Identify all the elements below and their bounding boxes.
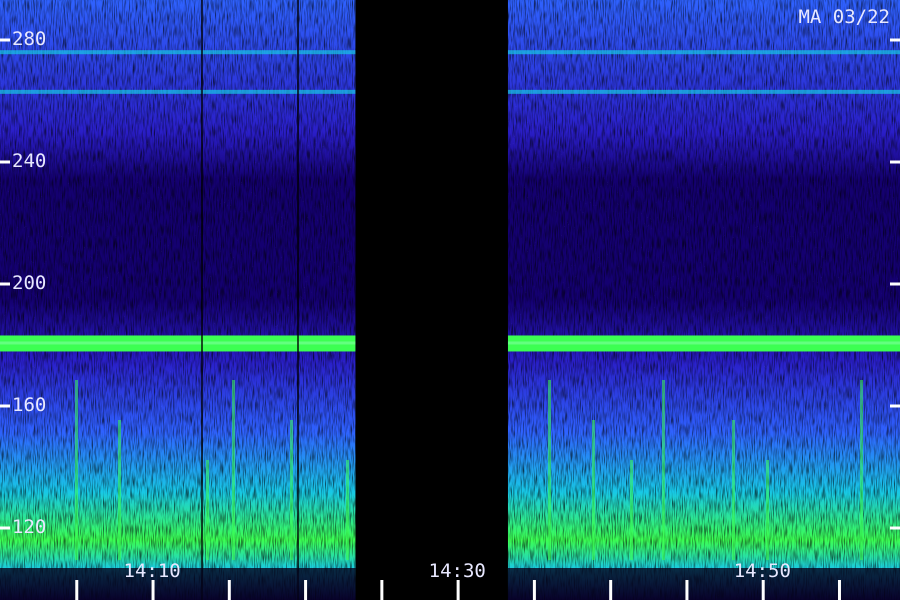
x-tick-label: 14:30	[428, 560, 486, 582]
burst-streak	[766, 460, 769, 560]
burst-streak	[346, 460, 349, 560]
y-tick-right	[890, 526, 900, 530]
x-tick	[75, 580, 79, 600]
x-tick	[380, 580, 384, 600]
spectrogram-chart	[0, 0, 900, 600]
data-pane	[0, 0, 356, 600]
burst-streak	[75, 380, 78, 560]
y-tick-left	[0, 526, 10, 530]
burst-streak	[592, 420, 595, 560]
steady-band-core	[507, 341, 900, 345]
x-tick-label: 14:10	[123, 560, 181, 582]
y-tick-label: 120	[12, 516, 47, 538]
spectrogram-panes	[0, 0, 900, 600]
burst-streak	[732, 420, 735, 560]
burst-streak	[206, 460, 209, 560]
burst-streak	[232, 380, 235, 560]
x-tick	[609, 580, 613, 600]
dropout-line	[297, 0, 299, 600]
x-tick	[685, 580, 689, 600]
x-tick-label: 14:50	[733, 560, 791, 582]
band	[507, 89, 900, 94]
y-tick-label: 240	[12, 150, 47, 172]
burst-streak	[290, 420, 293, 560]
x-tick	[761, 580, 765, 600]
y-tick-right	[890, 282, 900, 286]
y-tick-left	[0, 282, 10, 286]
y-tick-right	[890, 404, 900, 408]
burst-streak	[630, 460, 633, 560]
y-tick-left	[0, 38, 10, 42]
dropout-line	[201, 0, 203, 600]
y-tick-label: 200	[12, 272, 47, 294]
burst-streak	[548, 380, 551, 560]
y-tick-label: 280	[12, 28, 47, 50]
y-tick-right	[890, 160, 900, 164]
x-tick	[151, 580, 155, 600]
steady-band-core	[0, 341, 356, 345]
burst-streak	[118, 420, 121, 560]
station-label: MA 03/22	[798, 6, 890, 28]
y-tick-right	[890, 38, 900, 42]
y-tick-left	[0, 404, 10, 408]
x-tick	[456, 580, 460, 600]
band	[0, 50, 356, 55]
x-tick	[227, 580, 231, 600]
x-tick	[837, 580, 841, 600]
band	[0, 89, 356, 94]
x-tick	[304, 580, 308, 600]
y-tick-label: 160	[12, 394, 47, 416]
burst-streak	[860, 380, 863, 560]
burst-streak	[662, 380, 665, 560]
x-tick	[532, 580, 536, 600]
data-pane	[507, 0, 900, 600]
y-tick-left	[0, 160, 10, 164]
band	[507, 50, 900, 55]
bottom-strip	[507, 568, 900, 600]
